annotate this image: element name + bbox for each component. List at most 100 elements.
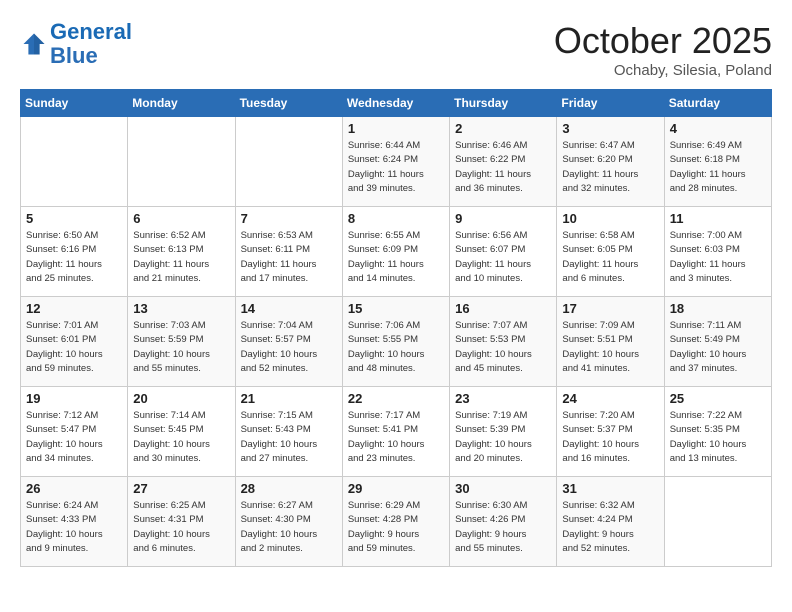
- day-number: 26: [26, 481, 122, 496]
- day-info: Sunrise: 7:03 AM Sunset: 5:59 PM Dayligh…: [133, 319, 229, 376]
- calendar-day-cell: [235, 117, 342, 207]
- day-of-week-header: Monday: [128, 90, 235, 117]
- calendar-week-row: 12 Sunrise: 7:01 AM Sunset: 6:01 PM Dayli…: [21, 297, 772, 387]
- calendar-week-row: 5 Sunrise: 6:50 AM Sunset: 6:16 PM Daylig…: [21, 207, 772, 297]
- month-title: October 2025: [554, 20, 772, 62]
- calendar-day-cell: 23 Sunrise: 7:19 AM Sunset: 5:39 PM Dayli…: [450, 387, 557, 477]
- day-number: 14: [241, 301, 337, 316]
- day-info: Sunrise: 6:47 AM Sunset: 6:20 PM Dayligh…: [562, 139, 658, 196]
- calendar-week-row: 26Sunrise: 6:24 AM Sunset: 4:33 PM Dayli…: [21, 477, 772, 567]
- calendar-day-cell: 19Sunrise: 7:12 AM Sunset: 5:47 PM Dayli…: [21, 387, 128, 477]
- day-number: 15: [348, 301, 444, 316]
- calendar-week-row: 19Sunrise: 7:12 AM Sunset: 5:47 PM Dayli…: [21, 387, 772, 477]
- calendar-day-cell: 16 Sunrise: 7:07 AM Sunset: 5:53 PM Dayli…: [450, 297, 557, 387]
- day-number: 1: [348, 121, 444, 136]
- calendar-day-cell: 15 Sunrise: 7:06 AM Sunset: 5:55 PM Dayli…: [342, 297, 449, 387]
- calendar-day-cell: 29Sunrise: 6:29 AM Sunset: 4:28 PM Dayli…: [342, 477, 449, 567]
- day-number: 6: [133, 211, 229, 226]
- day-number: 3: [562, 121, 658, 136]
- day-number: 4: [670, 121, 766, 136]
- day-of-week-header: Saturday: [664, 90, 771, 117]
- calendar-day-cell: 3 Sunrise: 6:47 AM Sunset: 6:20 PM Daylig…: [557, 117, 664, 207]
- header-row: SundayMondayTuesdayWednesdayThursdayFrid…: [21, 90, 772, 117]
- page-header: General Blue October 2025 Ochaby, Silesi…: [20, 20, 772, 79]
- day-number: 27: [133, 481, 229, 496]
- day-number: 24: [562, 391, 658, 406]
- day-info: Sunrise: 7:04 AM Sunset: 5:57 PM Dayligh…: [241, 319, 337, 376]
- calendar-day-cell: 7Sunrise: 6:53 AM Sunset: 6:11 PM Daylig…: [235, 207, 342, 297]
- day-info: Sunrise: 6:55 AM Sunset: 6:09 PM Dayligh…: [348, 229, 444, 286]
- day-info: Sunrise: 7:22 AM Sunset: 5:35 PM Dayligh…: [670, 409, 766, 466]
- day-of-week-header: Friday: [557, 90, 664, 117]
- day-info: Sunrise: 7:20 AM Sunset: 5:37 PM Dayligh…: [562, 409, 658, 466]
- day-info: Sunrise: 7:06 AM Sunset: 5:55 PM Dayligh…: [348, 319, 444, 376]
- day-info: Sunrise: 7:17 AM Sunset: 5:41 PM Dayligh…: [348, 409, 444, 466]
- day-info: Sunrise: 6:52 AM Sunset: 6:13 PM Dayligh…: [133, 229, 229, 286]
- day-info: Sunrise: 7:19 AM Sunset: 5:39 PM Dayligh…: [455, 409, 551, 466]
- day-info: Sunrise: 7:00 AM Sunset: 6:03 PM Dayligh…: [670, 229, 766, 286]
- calendar-day-cell: [21, 117, 128, 207]
- day-info: Sunrise: 6:49 AM Sunset: 6:18 PM Dayligh…: [670, 139, 766, 196]
- calendar-day-cell: 21Sunrise: 7:15 AM Sunset: 5:43 PM Dayli…: [235, 387, 342, 477]
- day-number: 20: [133, 391, 229, 406]
- calendar-day-cell: 2 Sunrise: 6:46 AM Sunset: 6:22 PM Daylig…: [450, 117, 557, 207]
- calendar-day-cell: 24 Sunrise: 7:20 AM Sunset: 5:37 PM Dayli…: [557, 387, 664, 477]
- calendar-day-cell: 22 Sunrise: 7:17 AM Sunset: 5:41 PM Dayli…: [342, 387, 449, 477]
- day-number: 19: [26, 391, 122, 406]
- day-number: 29: [348, 481, 444, 496]
- day-number: 5: [26, 211, 122, 226]
- day-number: 18: [670, 301, 766, 316]
- calendar-day-cell: 9Sunrise: 6:56 AM Sunset: 6:07 PM Daylig…: [450, 207, 557, 297]
- location: Ochaby, Silesia, Poland: [554, 62, 772, 79]
- day-number: 12: [26, 301, 122, 316]
- logo-text: General Blue: [50, 20, 132, 68]
- day-number: 23: [455, 391, 551, 406]
- calendar-day-cell: 25Sunrise: 7:22 AM Sunset: 5:35 PM Dayli…: [664, 387, 771, 477]
- day-info: Sunrise: 6:30 AM Sunset: 4:26 PM Dayligh…: [455, 499, 551, 556]
- calendar-day-cell: 31Sunrise: 6:32 AM Sunset: 4:24 PM Dayli…: [557, 477, 664, 567]
- title-block: October 2025 Ochaby, Silesia, Poland: [554, 20, 772, 79]
- logo-line2: Blue: [50, 43, 98, 68]
- day-number: 22: [348, 391, 444, 406]
- logo: General Blue: [20, 20, 132, 68]
- day-number: 16: [455, 301, 551, 316]
- calendar-day-cell: 8 Sunrise: 6:55 AM Sunset: 6:09 PM Daylig…: [342, 207, 449, 297]
- calendar-day-cell: 4 Sunrise: 6:49 AM Sunset: 6:18 PM Daylig…: [664, 117, 771, 207]
- day-info: Sunrise: 7:11 AM Sunset: 5:49 PM Dayligh…: [670, 319, 766, 376]
- calendar-week-row: 1 Sunrise: 6:44 AM Sunset: 6:24 PM Daylig…: [21, 117, 772, 207]
- day-number: 13: [133, 301, 229, 316]
- day-number: 17: [562, 301, 658, 316]
- day-info: Sunrise: 6:25 AM Sunset: 4:31 PM Dayligh…: [133, 499, 229, 556]
- day-info: Sunrise: 7:15 AM Sunset: 5:43 PM Dayligh…: [241, 409, 337, 466]
- calendar-header: SundayMondayTuesdayWednesdayThursdayFrid…: [21, 90, 772, 117]
- day-number: 11: [670, 211, 766, 226]
- calendar-day-cell: 26Sunrise: 6:24 AM Sunset: 4:33 PM Dayli…: [21, 477, 128, 567]
- day-info: Sunrise: 6:46 AM Sunset: 6:22 PM Dayligh…: [455, 139, 551, 196]
- day-of-week-header: Wednesday: [342, 90, 449, 117]
- day-info: Sunrise: 6:58 AM Sunset: 6:05 PM Dayligh…: [562, 229, 658, 286]
- day-number: 28: [241, 481, 337, 496]
- day-info: Sunrise: 6:27 AM Sunset: 4:30 PM Dayligh…: [241, 499, 337, 556]
- calendar-day-cell: 12 Sunrise: 7:01 AM Sunset: 6:01 PM Dayli…: [21, 297, 128, 387]
- day-of-week-header: Sunday: [21, 90, 128, 117]
- calendar-day-cell: 6 Sunrise: 6:52 AM Sunset: 6:13 PM Daylig…: [128, 207, 235, 297]
- calendar-day-cell: [128, 117, 235, 207]
- day-number: 9: [455, 211, 551, 226]
- day-number: 31: [562, 481, 658, 496]
- day-number: 8: [348, 211, 444, 226]
- day-info: Sunrise: 6:44 AM Sunset: 6:24 PM Dayligh…: [348, 139, 444, 196]
- day-info: Sunrise: 7:09 AM Sunset: 5:51 PM Dayligh…: [562, 319, 658, 376]
- day-info: Sunrise: 6:50 AM Sunset: 6:16 PM Dayligh…: [26, 229, 122, 286]
- day-info: Sunrise: 7:07 AM Sunset: 5:53 PM Dayligh…: [455, 319, 551, 376]
- calendar-day-cell: 14 Sunrise: 7:04 AM Sunset: 5:57 PM Dayli…: [235, 297, 342, 387]
- calendar-day-cell: 27 Sunrise: 6:25 AM Sunset: 4:31 PM Dayli…: [128, 477, 235, 567]
- calendar-day-cell: 1 Sunrise: 6:44 AM Sunset: 6:24 PM Daylig…: [342, 117, 449, 207]
- day-number: 10: [562, 211, 658, 226]
- logo-icon: [20, 30, 48, 58]
- day-info: Sunrise: 6:53 AM Sunset: 6:11 PM Dayligh…: [241, 229, 337, 286]
- calendar-day-cell: 10 Sunrise: 6:58 AM Sunset: 6:05 PM Dayli…: [557, 207, 664, 297]
- calendar-day-cell: 28 Sunrise: 6:27 AM Sunset: 4:30 PM Dayli…: [235, 477, 342, 567]
- day-number: 2: [455, 121, 551, 136]
- day-of-week-header: Thursday: [450, 90, 557, 117]
- day-info: Sunrise: 7:01 AM Sunset: 6:01 PM Dayligh…: [26, 319, 122, 376]
